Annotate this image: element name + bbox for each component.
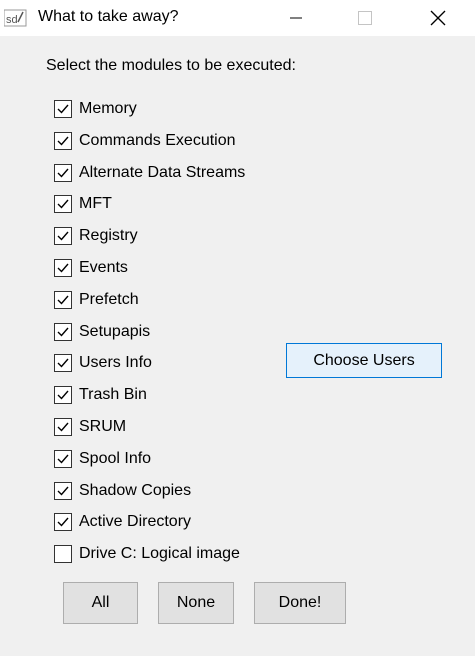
module-label: Memory [79, 100, 137, 117]
module-option[interactable]: Spool Info [54, 448, 151, 470]
checkmark-icon [57, 390, 69, 400]
module-label: Trash Bin [79, 386, 147, 403]
module-label: Active Directory [79, 513, 192, 530]
module-label: SRUM [79, 418, 127, 435]
module-label: Commands Execution [79, 132, 236, 149]
module-option[interactable]: Drive C: Logical image [54, 543, 240, 565]
module-option[interactable]: Events [54, 257, 128, 279]
checkmark-icon [57, 486, 69, 496]
checkbox[interactable] [54, 164, 72, 182]
close-button[interactable] [415, 0, 461, 36]
checkmark-icon [57, 327, 69, 337]
close-icon [430, 10, 446, 26]
module-option[interactable]: Active Directory [54, 511, 191, 533]
module-label: Users Info [79, 354, 152, 371]
done-button[interactable]: Done! [254, 582, 346, 624]
checkmark-icon [57, 422, 69, 432]
checkmark-icon [57, 295, 69, 305]
checkbox[interactable] [54, 291, 72, 309]
select-all-button[interactable]: All [63, 582, 138, 624]
module-option[interactable]: Memory [54, 98, 137, 120]
module-label: Setupapis [79, 323, 151, 340]
checkmark-icon [57, 199, 69, 209]
checkbox[interactable] [54, 227, 72, 245]
checkmark-icon [57, 168, 69, 178]
checkbox[interactable] [54, 100, 72, 118]
checkmark-icon [57, 104, 69, 114]
checkbox[interactable] [54, 195, 72, 213]
svg-text:sd: sd [6, 14, 18, 26]
module-option[interactable]: Trash Bin [54, 384, 147, 406]
module-label: Events [79, 259, 128, 276]
module-label: Alternate Data Streams [79, 164, 246, 181]
checkbox[interactable] [54, 354, 72, 372]
module-label: MFT [79, 195, 112, 212]
checkmark-icon [57, 136, 69, 146]
module-option[interactable]: MFT [54, 193, 112, 215]
checkbox[interactable] [54, 418, 72, 436]
module-option[interactable]: Alternate Data Streams [54, 162, 245, 184]
module-option[interactable]: Registry [54, 225, 138, 247]
module-label: Shadow Copies [79, 482, 192, 499]
module-option[interactable]: Setupapis [54, 321, 150, 343]
module-option[interactable]: Users Info [54, 352, 152, 374]
module-label: Registry [79, 227, 138, 244]
select-none-button[interactable]: None [158, 582, 234, 624]
checkbox[interactable] [54, 482, 72, 500]
module-option[interactable]: Shadow Copies [54, 480, 191, 502]
modules-prompt: Select the modules to be executed: [46, 57, 296, 74]
checkbox[interactable] [54, 323, 72, 341]
module-option[interactable]: Commands Execution [54, 130, 236, 152]
checkbox[interactable] [54, 513, 72, 531]
maximize-icon [358, 11, 372, 25]
checkmark-icon [57, 517, 69, 527]
module-option[interactable]: SRUM [54, 416, 126, 438]
checkmark-icon [57, 263, 69, 273]
checkbox[interactable] [54, 386, 72, 404]
minimize-button[interactable] [273, 0, 319, 36]
checkbox[interactable] [54, 545, 72, 563]
checkbox[interactable] [54, 450, 72, 468]
title-bar[interactable]: sd What to take away? [0, 0, 475, 36]
window-title: What to take away? [38, 8, 179, 25]
module-label: Drive C: Logical image [79, 545, 240, 562]
checkbox[interactable] [54, 132, 72, 150]
checkmark-icon [57, 358, 69, 368]
choose-users-button[interactable]: Choose Users [286, 343, 442, 378]
checkmark-icon [57, 231, 69, 241]
app-icon: sd [3, 8, 28, 28]
module-label: Spool Info [79, 450, 152, 467]
module-option[interactable]: Prefetch [54, 289, 139, 311]
checkmark-icon [57, 454, 69, 464]
module-label: Prefetch [79, 291, 139, 308]
minimize-icon [290, 17, 302, 19]
checkbox[interactable] [54, 259, 72, 277]
maximize-button[interactable] [342, 0, 388, 36]
